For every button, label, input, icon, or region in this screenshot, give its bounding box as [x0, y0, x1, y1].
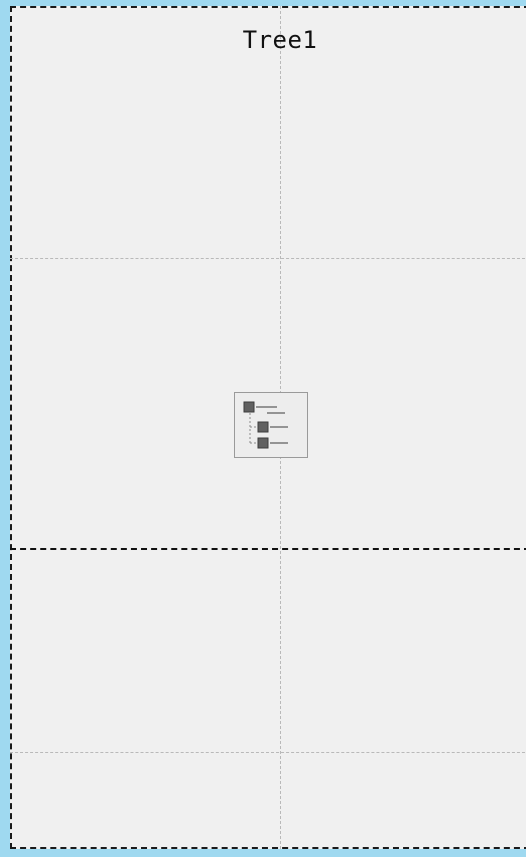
form-canvas[interactable]: Tree1 — [10, 6, 526, 849]
canvas-border-left — [10, 6, 12, 849]
tree-title: Tree1 — [242, 26, 318, 54]
tree-widget[interactable] — [234, 392, 308, 458]
canvas-border-bottom — [10, 847, 526, 849]
section-divider — [10, 548, 526, 550]
canvas-border-top — [10, 6, 526, 8]
designer-stage: Tree1 — [0, 0, 526, 857]
grid-line-horizontal-upper — [10, 258, 526, 259]
grid-line-horizontal-lower — [10, 752, 526, 753]
tree-view-icon — [243, 401, 288, 449]
